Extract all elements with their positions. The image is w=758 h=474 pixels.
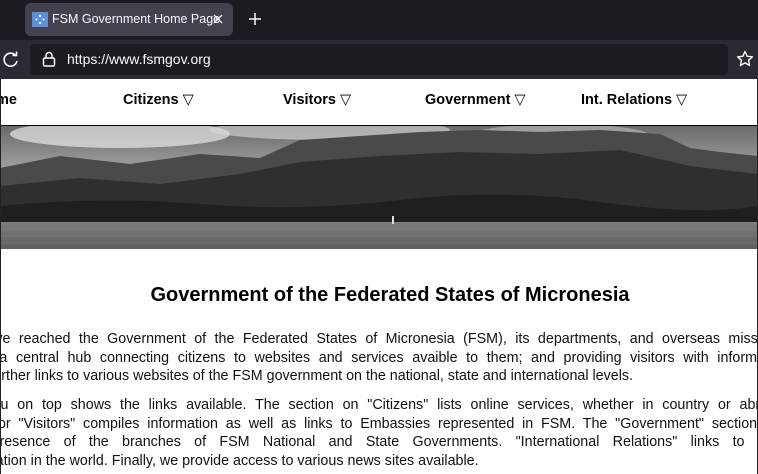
nav-home[interactable]: me (0, 92, 17, 108)
dropdown-triangle-icon: ▽ (339, 92, 352, 108)
active-tab[interactable]: FSM Government Home Page (25, 3, 233, 36)
paragraph-line: SM. It further links to various websites… (0, 368, 634, 384)
window-left-border (0, 79, 1, 474)
dropdown-triangle-icon: ▽ (514, 92, 526, 108)
intro-paragraph: you have reached the Government of the F… (0, 330, 758, 386)
dropdown-triangle-icon: ▽ (182, 92, 194, 108)
lock-icon[interactable] (42, 51, 56, 67)
paragraph-line: he menu on top shows the links available… (0, 397, 758, 413)
nav-citizens[interactable]: Citizens ▽ (123, 92, 194, 108)
browser-window: FSM Government Home Page https://www.fsm… (0, 0, 758, 474)
address-bar[interactable]: https://www.fsmgov.org (30, 44, 728, 75)
close-tab-icon[interactable] (208, 9, 228, 29)
island-landscape-banner (0, 126, 758, 249)
nav-government[interactable]: Government ▽ (425, 92, 526, 108)
paragraph-line: ection for "Visitors" compiles informati… (0, 415, 758, 432)
paragraph-line: presentation in the world. Finally, we p… (0, 452, 479, 469)
dropdown-triangle-icon: ▽ (676, 92, 688, 108)
tab-title: FSM Government Home Page (52, 12, 221, 26)
paragraph-line: nline presence of the branches of FSM Na… (0, 434, 758, 450)
navigation-toolbar: https://www.fsmgov.org (0, 40, 758, 79)
nav-int-relations[interactable]: Int. Relations ▽ (581, 92, 687, 108)
url-text[interactable]: https://www.fsmgov.org (67, 51, 211, 67)
menu-description-paragraph: he menu on top shows the links available… (0, 396, 758, 470)
fsm-flag-favicon-icon (32, 12, 48, 27)
site-main-menu: me Citizens ▽ Visitors ▽ Government ▽ Int. … (0, 79, 758, 126)
paragraph-line: age is a central hub connecting citizens… (0, 349, 758, 366)
paragraph-line: you have reached the Government of the F… (0, 331, 758, 347)
tab-strip: FSM Government Home Page (0, 0, 758, 40)
page-title: Government of the Federated States of Mi… (150, 284, 630, 306)
new-tab-icon[interactable] (244, 8, 266, 30)
bookmark-star-icon[interactable] (736, 50, 754, 68)
nav-visitors[interactable]: Visitors ▽ (283, 92, 351, 108)
reload-icon[interactable] (1, 50, 21, 70)
